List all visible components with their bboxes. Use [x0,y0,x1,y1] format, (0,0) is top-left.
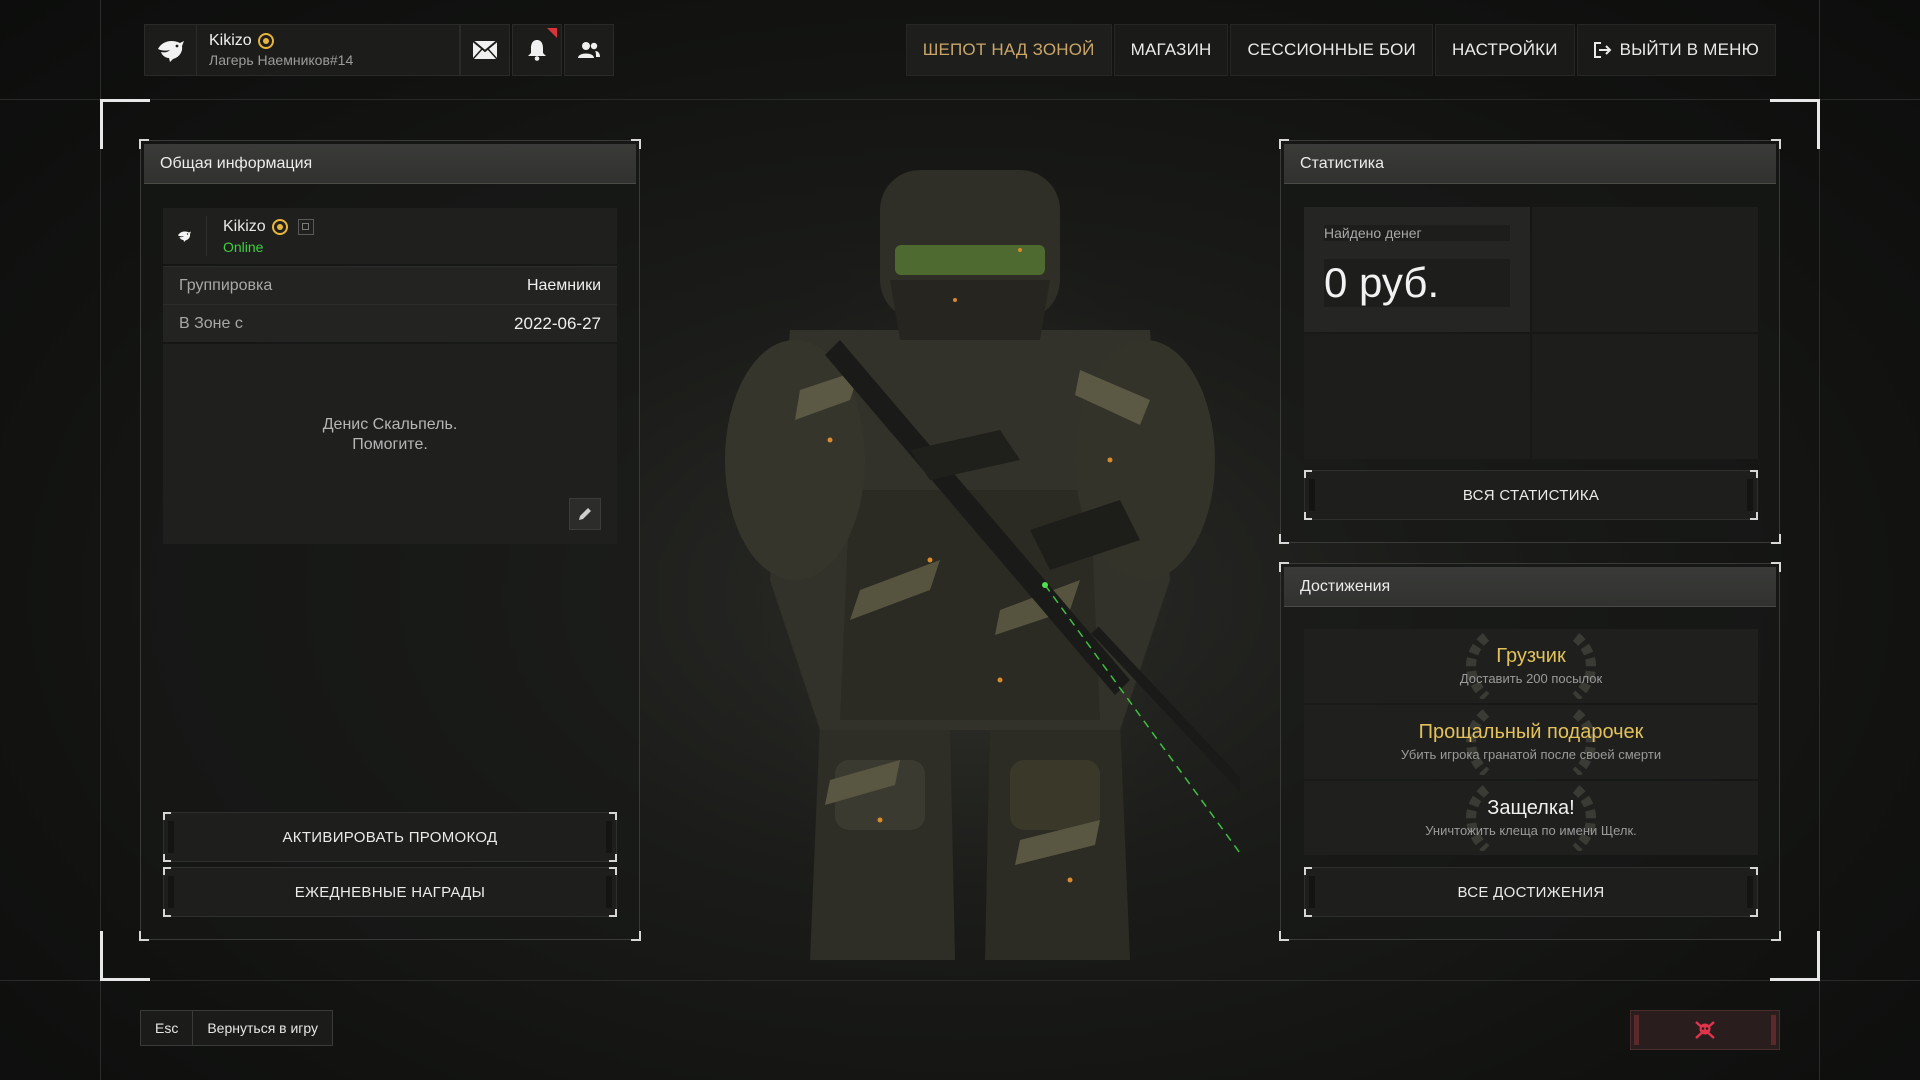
character-model [700,170,1240,980]
general-info-title: Общая информация [144,144,636,184]
esc-key-hint: Esc [141,1011,194,1045]
money-found-value: 0 руб. [1324,259,1510,307]
return-to-game-button[interactable]: Esc Вернуться в игру [140,1010,334,1046]
info-row-key: Группировка [179,276,273,294]
player-status: Online [223,238,264,255]
edit-bio-button[interactable] [569,498,601,530]
achievement-item[interactable]: Грузчик Доставить 200 посылок [1304,629,1758,703]
mail-button[interactable] [460,24,510,76]
player-bio: Денис Скальпель. Помогите. [163,344,617,544]
frame-line-right [1819,0,1820,1080]
info-row-value: 2022-06-27 [514,313,601,333]
nav-whisper[interactable]: ШЕПОТ НАД ЗОНОЙ [905,24,1112,76]
achievement-title: Прощальный подарочек [1418,721,1644,743]
all-statistics-button[interactable]: ВСЯ СТАТИСТИКА [1304,470,1758,520]
profile-subtitle: Лагерь Наемников#14 [209,52,354,68]
exit-to-menu-button[interactable]: ВЫЙТИ В МЕНЮ [1576,24,1776,76]
nav-shop[interactable]: МАГАЗИН [1113,24,1229,76]
bio-line: Помогите. [352,436,428,453]
statistics-grid: Найдено денег 0 руб. [1304,207,1758,459]
money-found-cell: Найдено денег 0 руб. [1304,207,1530,332]
copy-icon[interactable] [297,218,314,235]
all-statistics-label: ВСЯ СТАТИСТИКА [1462,486,1600,504]
frame-line-bottom [0,980,1920,981]
mail-icon [472,40,498,60]
nav-settings[interactable]: НАСТРОЙКИ [1434,24,1575,76]
all-achievements-label: ВСЕ ДОСТИЖЕНИЯ [1457,883,1605,901]
profile-nickname: Kikizo [209,32,252,49]
frame-line-left [100,0,101,1080]
achievement-item[interactable]: Защелка! Уничтожить клеща по имени Щелк. [1304,781,1758,855]
info-row-faction: Группировка Наемники [163,266,617,304]
activate-promo-label: АКТИВИРОВАТЬ ПРОМОКОД [282,828,498,846]
eagle-icon [145,25,197,75]
stats-cell-empty [1532,207,1758,332]
bell-icon [528,40,546,61]
player-nickname: Kikizo [223,217,266,235]
stats-cell-empty [1304,334,1530,459]
achievement-item[interactable]: Прощальный подарочек Убить игрока гранат… [1304,705,1758,779]
info-row-value: Наемники [526,276,601,294]
friends-button[interactable] [564,24,614,76]
player-info-table: Группировка Наемники В Зоне с 2022-06-27 [163,266,617,342]
rank-badge-icon [257,33,274,49]
money-found-label: Найдено денег [1324,225,1510,241]
eagle-icon [177,216,207,256]
info-row-key: В Зоне с [179,314,243,332]
notification-indicator [547,28,557,38]
info-row-zone-since: В Зоне с 2022-06-27 [163,304,617,342]
pencil-icon [579,508,591,520]
exit-label: ВЫЙТИ В МЕНЮ [1619,40,1759,59]
nav-session-battles[interactable]: СЕССИОННЫЕ БОИ [1230,24,1433,76]
friends-icon [578,42,600,58]
achievement-description: Уничтожить клеща по имени Щелк. [1425,823,1637,838]
achievement-description: Доставить 200 посылок [1459,671,1603,686]
achievements-title: Достижения [1284,567,1776,607]
all-achievements-button[interactable]: ВСЕ ДОСТИЖЕНИЯ [1304,867,1758,917]
achievement-title: Грузчик [1496,645,1566,667]
achievement-description: Убить игрока гранатой после своей смерти [1400,747,1662,762]
achievement-title: Защелка! [1487,797,1575,819]
exit-icon [1593,42,1612,58]
rank-badge-icon [271,218,288,235]
notifications-button[interactable] [512,24,562,76]
bio-line: Денис Скальпель. [322,416,458,433]
top-navigation: ШЕПОТ НАД ЗОНОЙ МАГАЗИН СЕССИОННЫЕ БОИ Н… [905,24,1776,76]
daily-rewards-label: ЕЖЕДНЕВНЫЕ НАГРАДЫ [294,883,486,901]
stats-cell-empty [1532,334,1758,459]
player-card: Kikizo Online [163,208,617,264]
activate-promo-button[interactable]: АКТИВИРОВАТЬ ПРОМОКОД [163,812,617,862]
return-to-game-label: Вернуться в игру [207,1020,319,1036]
daily-rewards-button[interactable]: ЕЖЕДНЕВНЫЕ НАГРАДЫ [163,867,617,917]
frame-line-top [0,99,1920,100]
suicide-button[interactable] [1630,1010,1780,1050]
skull-icon [1695,1021,1715,1039]
profile-bar[interactable]: Kikizo Лагерь Наемников#14 [144,24,460,76]
statistics-title: Статистика [1284,144,1776,184]
